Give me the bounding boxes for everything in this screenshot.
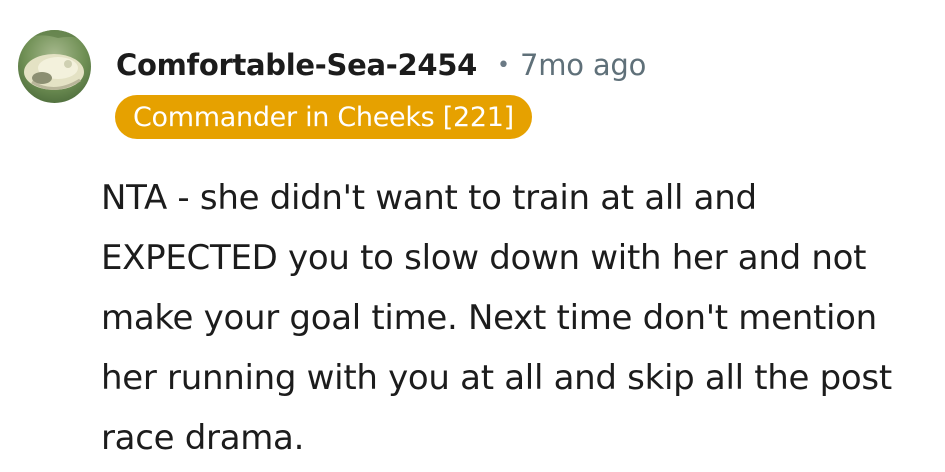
user-avatar[interactable]	[18, 30, 91, 103]
comment: Comfortable-Sea-2454 • 7mo ago Commander…	[0, 0, 945, 472]
separator-dot: •	[496, 52, 510, 78]
comment-body: NTA - she didn't want to train at all an…	[101, 178, 892, 458]
comment-meta: Comfortable-Sea-2454 • 7mo ago	[116, 42, 646, 88]
username-link[interactable]: Comfortable-Sea-2454	[116, 48, 477, 82]
avatar-image-icon	[18, 30, 91, 103]
user-flair-badge: Commander in Cheeks [221]	[115, 95, 532, 139]
comment-timestamp[interactable]: 7mo ago	[520, 48, 646, 82]
